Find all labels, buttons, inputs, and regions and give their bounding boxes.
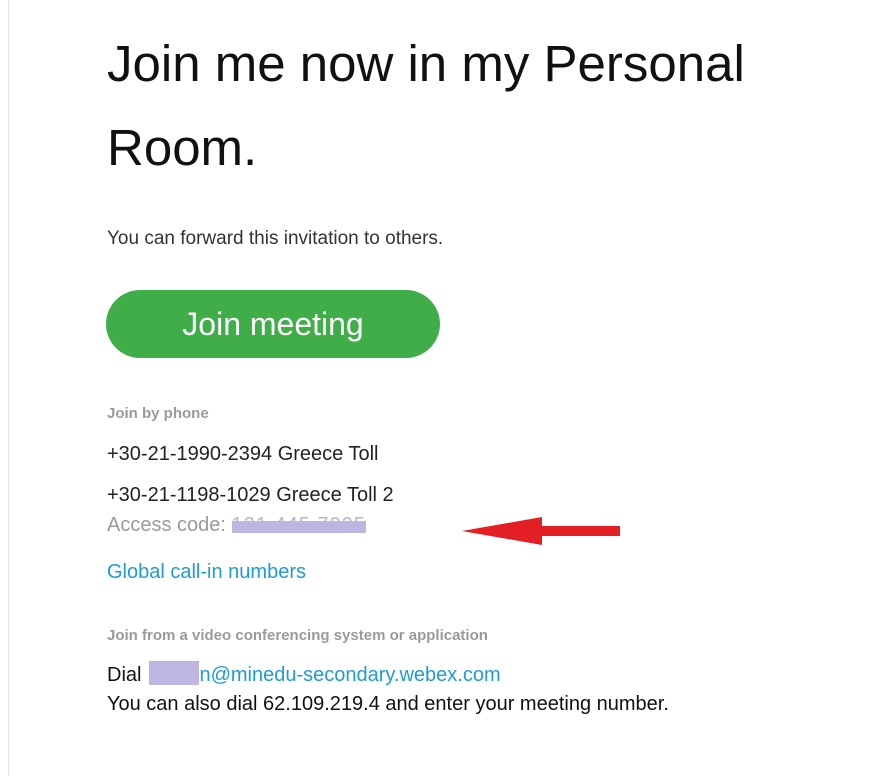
video-conferencing-label: Join from a video conferencing system or… <box>107 627 488 644</box>
join-by-phone-label: Join by phone <box>107 405 209 422</box>
global-call-in-numbers-link[interactable]: Global call-in numbers <box>107 561 306 584</box>
sip-address-link[interactable]: n@minedu-secondary.webex.com <box>199 664 500 686</box>
phone-number-2: +30-21-1198-1029 Greece Toll 2 <box>107 484 394 506</box>
join-meeting-button[interactable]: Join meeting <box>106 290 440 358</box>
sip-redaction <box>149 661 200 685</box>
red-arrow-icon <box>462 517 620 545</box>
phone-number-1: +30-21-1990-2394 Greece Toll <box>107 443 379 465</box>
page-title: Join me now in my Personal Room. <box>107 35 745 176</box>
left-border-divider <box>8 0 9 776</box>
forward-invitation-text: You can forward this invitation to other… <box>107 228 444 249</box>
webex-invitation-email: Join me now in my Personal Room. You can… <box>0 0 879 776</box>
red-arrow-head <box>462 517 542 545</box>
dial-label: Dial <box>107 664 142 686</box>
access-code-redaction <box>231 521 366 533</box>
also-dial-text: You can also dial 62.109.219.4 and enter… <box>107 693 669 715</box>
access-code-line: Access code: 121 445 7005 <box>107 514 366 537</box>
red-arrow-shaft <box>530 526 620 536</box>
access-code-label: Access code: <box>107 514 226 536</box>
access-code-value: 121 445 7005 <box>231 514 366 536</box>
dial-line: Dial n@minedu-secondary.webex.com <box>107 661 501 687</box>
